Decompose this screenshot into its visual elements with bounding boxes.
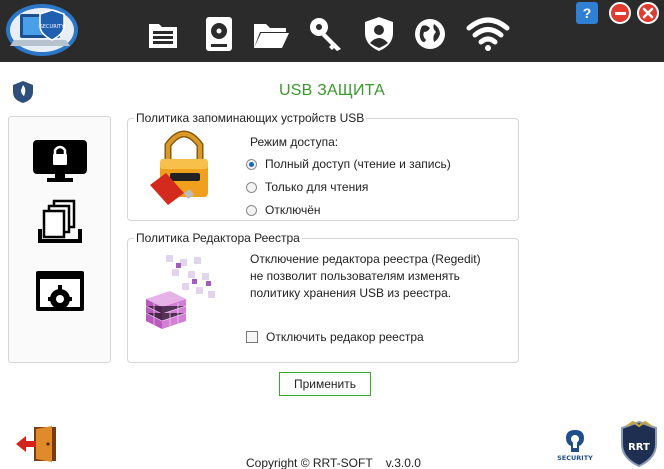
registry-description-line: не позволит пользователям изменять: [250, 269, 460, 283]
registry-description-line: политику хранения USB из реестра.: [250, 286, 452, 300]
registry-policy-group: Политика Редактора Реестра Отключение ре…: [127, 231, 519, 363]
key-icon[interactable]: [306, 14, 346, 54]
content-area: USB ЗАЩИТА Политика запоминающих устройс…: [0, 62, 664, 469]
wifi-icon[interactable]: [465, 14, 511, 54]
hard-drive-icon[interactable]: [199, 14, 239, 54]
disable-regedit-checkbox-row[interactable]: Отключить редакор реестра: [246, 330, 424, 344]
security-lock-badge-icon: SECURITY: [557, 430, 593, 462]
disable-regedit-checkbox[interactable]: [246, 331, 258, 343]
document-list-icon[interactable]: [143, 14, 183, 54]
usb-padlock-icon: [150, 130, 208, 205]
radio-label: Отключён: [265, 203, 321, 217]
radio-label: Только для чтения: [265, 180, 369, 194]
folder-icon[interactable]: [251, 14, 291, 54]
exit-door-icon[interactable]: [14, 425, 58, 463]
usb-policy-group: Политика запоминающих устройств USB Режи…: [127, 111, 519, 221]
usb-lock-nav-icon[interactable]: [33, 137, 87, 185]
minus-icon: [614, 11, 626, 15]
minimize-button[interactable]: [609, 2, 631, 24]
apply-button[interactable]: Применить: [279, 372, 371, 396]
side-navigation: [8, 116, 111, 363]
registry-policy-legend: Политика Редактора Реестра: [134, 231, 302, 245]
help-icon: ?: [582, 5, 592, 21]
rrt-shield-badge-icon: RRT: [621, 420, 657, 468]
radio-indicator[interactable]: [246, 158, 257, 170]
svg-text:SECURITY: SECURITY: [40, 24, 65, 30]
shield-user-icon[interactable]: [359, 14, 399, 54]
radio-disabled[interactable]: Отключён: [246, 203, 321, 217]
registry-description: Отключение редактора реестра (Regedit) н…: [250, 251, 518, 302]
close-icon: [642, 7, 654, 19]
access-mode-label: Режим доступа:: [250, 135, 339, 149]
window-settings-nav-icon[interactable]: [33, 267, 87, 315]
radio-read-only[interactable]: Только для чтения: [246, 180, 368, 194]
help-button[interactable]: ?: [576, 2, 598, 24]
security-laptop-logo: SECURITY: [6, 4, 78, 56]
registry-description-line: Отключение редактора реестра (Regedit): [250, 252, 481, 266]
close-button[interactable]: [637, 2, 659, 24]
radio-indicator[interactable]: [246, 181, 257, 193]
globe-icon[interactable]: [410, 14, 450, 54]
copy-documents-nav-icon[interactable]: [33, 199, 87, 247]
disable-regedit-label: Отключить редакор реестра: [266, 330, 424, 344]
radio-full-access[interactable]: Полный доступ (чтение и запись): [246, 157, 451, 171]
usb-policy-legend: Политика запоминающих устройств USB: [134, 111, 367, 125]
footer-copyright: Copyright © RRT-SOFT v.3.0.0: [246, 456, 421, 469]
version-text: v.3.0.0: [385, 456, 421, 469]
svg-text:RRT: RRT: [628, 442, 650, 453]
radio-label: Полный доступ (чтение и запись): [265, 157, 451, 171]
radio-indicator[interactable]: [246, 204, 257, 216]
page-title: USB ЗАЩИТА: [278, 82, 386, 99]
copyright-text: Copyright © RRT-SOFT: [246, 456, 373, 469]
registry-cubes-icon: [145, 255, 215, 329]
svg-text:SECURITY: SECURITY: [557, 454, 593, 462]
top-toolbar: SECURITY ?: [0, 0, 664, 62]
